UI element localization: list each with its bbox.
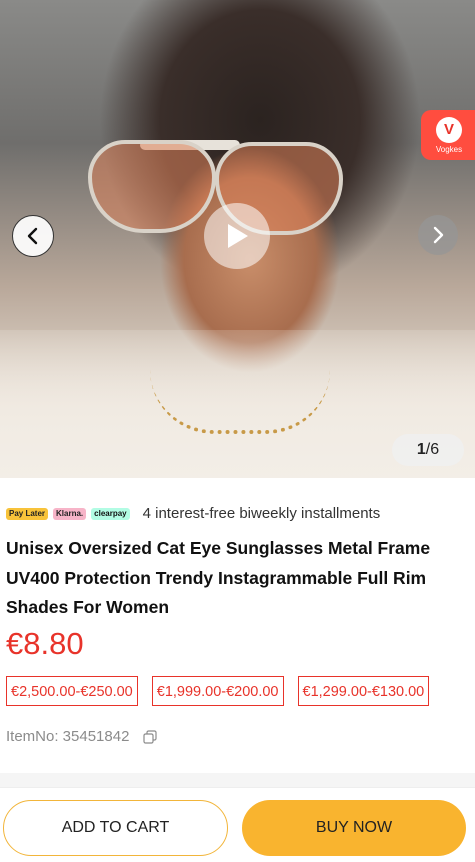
- product-title: Unisex Oversized Cat Eye Sunglasses Meta…: [6, 538, 431, 617]
- price-tier: €1,299.00-€130.00: [297, 676, 430, 706]
- price-tier: €1,999.00-€200.00: [151, 676, 284, 706]
- section-divider: [0, 773, 475, 787]
- image-counter: 1/6: [392, 434, 464, 466]
- image-counter-current: 1: [416, 441, 426, 458]
- chevron-right-icon: [433, 226, 444, 244]
- product-photo-lens-left: [88, 140, 216, 233]
- play-icon: [228, 224, 248, 248]
- price-tiers: €2,500.00-€250.00 €1,999.00-€200.00 €1,2…: [6, 676, 430, 706]
- next-image-button[interactable]: [418, 215, 458, 255]
- klarna-badge: Klarna.: [53, 507, 87, 520]
- brand-badge-label: Vogkes: [435, 144, 463, 154]
- brand-badge[interactable]: V Vogkes: [421, 110, 475, 160]
- image-counter-total: /6: [425, 441, 440, 458]
- previous-image-button[interactable]: [12, 215, 54, 257]
- buy-now-button[interactable]: BUY NOW: [242, 800, 466, 856]
- chevron-left-icon: [27, 227, 38, 245]
- installments-text: 4 interest-free biweekly installments: [142, 505, 381, 522]
- item-number-text: ItemNo: 35451842: [6, 728, 130, 745]
- product-price: €8.80: [6, 626, 84, 661]
- pay-later-badge: Pay Later: [6, 507, 49, 520]
- play-video-button[interactable]: [204, 203, 270, 269]
- purchase-action-bar: ADD TO CART BUY NOW: [0, 787, 475, 862]
- brand-badge-letter: V: [436, 116, 462, 143]
- price-tier: €2,500.00-€250.00: [6, 676, 138, 706]
- item-number: ItemNo: 35451842: [6, 728, 158, 745]
- clearpay-badge: clearpay: [91, 507, 130, 520]
- copy-icon[interactable]: [143, 729, 158, 744]
- add-to-cart-button[interactable]: ADD TO CART: [3, 800, 228, 856]
- payment-options-row[interactable]: Pay Later Klarna. clearpay 4 interest-fr…: [6, 505, 380, 522]
- product-image-gallery[interactable]: V Vogkes 1/6: [0, 0, 475, 478]
